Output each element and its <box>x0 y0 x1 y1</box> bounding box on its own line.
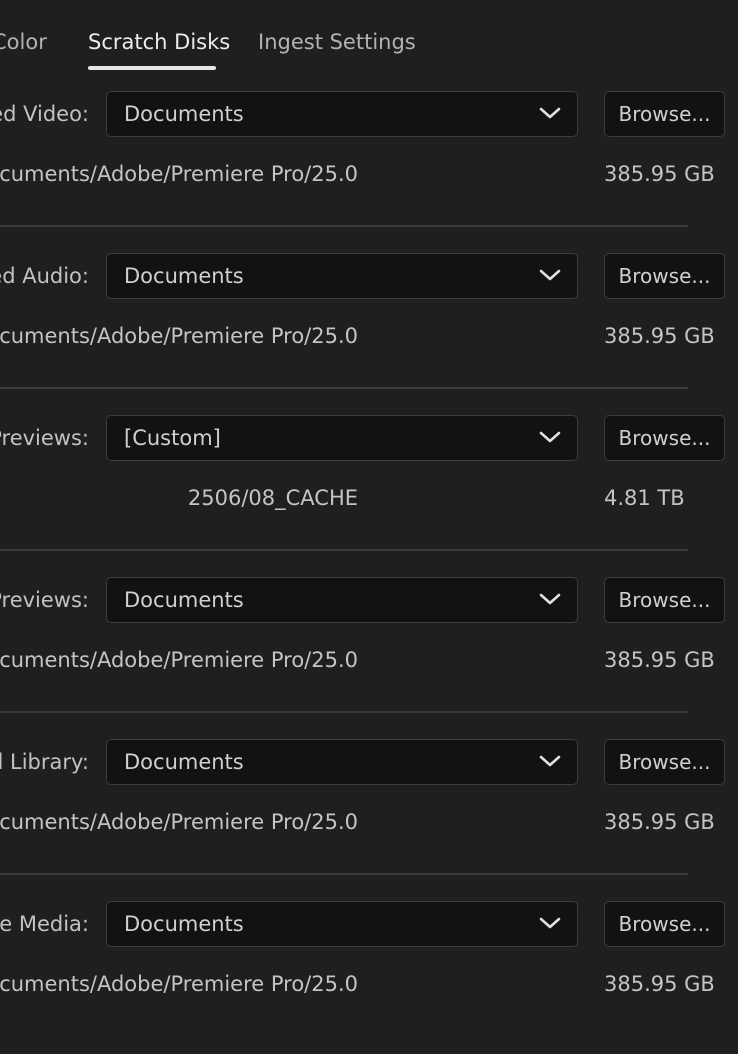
dropdown-value: Documents <box>124 102 244 126</box>
free-space: 385.95 GB <box>604 972 715 996</box>
divider <box>0 711 688 713</box>
tab-ingest-settings[interactable]: Ingest Settings <box>258 30 416 54</box>
free-space: 385.95 GB <box>604 648 715 672</box>
browse-button[interactable]: Browse... <box>604 577 725 623</box>
chevron-down-icon <box>539 755 561 767</box>
dropdown-value: [Custom] <box>124 426 221 450</box>
row-label: ed Audio: <box>0 264 89 288</box>
browse-button[interactable]: Browse... <box>604 91 725 137</box>
divider <box>0 225 688 227</box>
dropdown-value: Documents <box>124 588 244 612</box>
tab-scratch-disks[interactable]: Scratch Disks <box>88 30 230 54</box>
chevron-down-icon <box>539 593 561 605</box>
dropdown-value: Documents <box>124 750 244 774</box>
free-space: 4.81 TB <box>604 486 685 510</box>
path-text: Documents/Adobe/Premiere Pro/25.0 <box>0 162 358 186</box>
scratch-disk-row-captured-video: ed Video: Documents Browse... Documents/… <box>0 82 738 244</box>
row-label: ed Video: <box>0 102 89 126</box>
row-label: d Library: <box>0 750 89 774</box>
tab-color[interactable]: Color <box>0 30 47 54</box>
chevron-down-icon <box>539 107 561 119</box>
row-label: Previews: <box>0 426 89 450</box>
browse-button[interactable]: Browse... <box>604 901 725 947</box>
divider <box>0 549 688 551</box>
path-text: Documents/Adobe/Premiere Pro/25.0 <box>0 324 358 348</box>
path-text: Documents/Adobe/Premiere Pro/25.0 <box>0 972 358 996</box>
browse-button[interactable]: Browse... <box>604 415 725 461</box>
dropdown-value: Documents <box>124 264 244 288</box>
divider <box>0 387 688 389</box>
location-dropdown[interactable]: Documents <box>106 577 578 623</box>
preferences-tab-bar: Color Scratch Disks Ingest Settings <box>0 0 738 80</box>
divider <box>0 873 688 875</box>
path-text: 2506/08_CACHE <box>187 486 358 510</box>
scratch-disk-row-audio-previews: Previews: Documents Browse... Documents/… <box>0 568 738 730</box>
scratch-disk-row-captured-audio: ed Audio: Documents Browse... Documents/… <box>0 244 738 406</box>
scratch-disk-row-project-library: d Library: Documents Browse... Documents… <box>0 730 738 892</box>
location-dropdown[interactable]: Documents <box>106 253 578 299</box>
active-tab-indicator <box>88 66 216 70</box>
location-dropdown[interactable]: Documents <box>106 739 578 785</box>
chevron-down-icon <box>539 431 561 443</box>
row-label: Previews: <box>0 588 89 612</box>
path-text: Documents/Adobe/Premiere Pro/25.0 <box>0 810 358 834</box>
location-dropdown[interactable]: Documents <box>106 901 578 947</box>
free-space: 385.95 GB <box>604 162 715 186</box>
free-space: 385.95 GB <box>604 810 715 834</box>
free-space: 385.95 GB <box>604 324 715 348</box>
dropdown-value: Documents <box>124 912 244 936</box>
browse-button[interactable]: Browse... <box>604 739 725 785</box>
path-text: Documents/Adobe/Premiere Pro/25.0 <box>0 648 358 672</box>
chevron-down-icon <box>539 269 561 281</box>
scratch-disk-row-video-previews: Previews: [Custom] Browse... 2506/08_CAC… <box>0 406 738 568</box>
row-label: te Media: <box>0 912 89 936</box>
browse-button[interactable]: Browse... <box>604 253 725 299</box>
location-dropdown[interactable]: Documents <box>106 91 578 137</box>
chevron-down-icon <box>539 917 561 929</box>
location-dropdown[interactable]: [Custom] <box>106 415 578 461</box>
